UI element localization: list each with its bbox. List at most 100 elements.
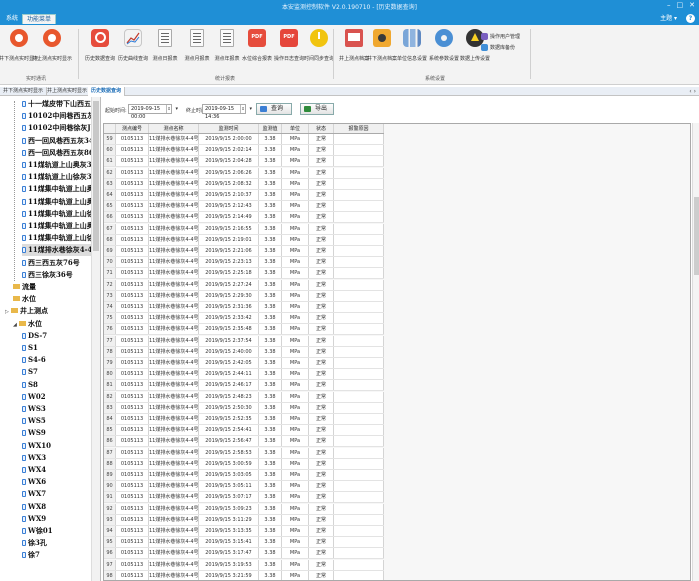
table-row[interactable]: 59 0105113 11煤排水巷徐灰4-4号孔 2019/9/15 2:00:00 3… <box>104 134 384 145</box>
table-row[interactable]: 92 0105113 11煤排水巷徐灰4-4号孔 2019/9/15 3:09:23 3… <box>104 503 384 515</box>
tree-node[interactable]: WX9 <box>22 513 100 525</box>
database-backup-button[interactable]: 数据库备份 <box>481 42 520 53</box>
column-header[interactable]: 状态 <box>309 124 334 133</box>
menu-system[interactable]: 系统 <box>2 14 22 24</box>
table-row[interactable]: 96 0105113 11煤排水巷徐灰4-4号孔 2019/9/15 3:17:47 3… <box>104 548 384 560</box>
column-header[interactable]: 测点编号 <box>116 124 149 133</box>
table-row[interactable]: 75 0105113 11煤排水巷徐灰4-4号孔 2019/9/15 2:33:42 3… <box>104 313 384 325</box>
table-row[interactable]: 88 0105113 11煤排水巷徐灰4-4号孔 2019/9/15 3:00:59 3… <box>104 458 384 470</box>
column-header[interactable]: 监测时间 <box>199 124 259 133</box>
tree-node[interactable]: WX10 <box>22 440 100 452</box>
tree-node[interactable]: 11煤集中轨道上山徐灰8-2孔 <box>22 232 100 244</box>
tree-node[interactable]: W02 <box>22 391 100 403</box>
tab-history-query[interactable]: 历史数据查询 <box>88 87 126 96</box>
tree-folder[interactable]: 水位 <box>13 293 100 305</box>
tree-folder[interactable]: 流量 <box>13 281 100 293</box>
table-row[interactable]: 60 0105113 11煤排水巷徐灰4-4号孔 2019/9/15 2:02:14 3… <box>104 145 384 157</box>
start-time-input[interactable]: 2019-09-15 00:00 ⇕ ▾ <box>128 104 178 120</box>
tree-scrollbar[interactable] <box>91 97 100 581</box>
tree-node[interactable]: WS9 <box>22 427 100 439</box>
tab-scroll-arrows[interactable]: ‹ › <box>689 87 696 96</box>
table-row[interactable]: 95 0105113 11煤排水巷徐灰4-4号孔 2019/9/15 3:15:41 3… <box>104 537 384 549</box>
grid-scroll-thumb[interactable] <box>694 197 699 275</box>
table-row[interactable]: 63 0105113 11煤排水巷徐灰4-4号孔 2019/9/15 2:08:32 3… <box>104 178 384 190</box>
ribbon-button-1[interactable]: 井上测点实时显示 <box>32 29 72 67</box>
close-icon[interactable]: ✕ <box>689 1 695 9</box>
table-row[interactable]: 89 0105113 11煤排水巷徐灰4-4号孔 2019/9/15 3:03:05 3… <box>104 470 384 481</box>
tree-node[interactable]: 11煤集中轨道上山奥灰10-4 <box>22 183 100 195</box>
maximize-icon[interactable]: □ <box>677 1 684 9</box>
column-header[interactable]: 单位 <box>282 124 309 133</box>
column-header[interactable]: 报警原因 <box>334 124 384 133</box>
tree-node[interactable]: WX8 <box>22 501 100 513</box>
tree-node[interactable]: 西三西五灰76号 <box>22 257 100 269</box>
table-row[interactable]: 61 0105113 11煤排水巷徐灰4-4号孔 2019/9/15 2:04:28 3… <box>104 156 384 168</box>
table-row[interactable]: 65 0105113 11煤排水巷徐灰4-4号孔 2019/9/15 2:12:43 3… <box>104 201 384 213</box>
tree-node[interactable]: 11煤排水巷徐灰4-4号孔 <box>22 244 100 257</box>
tree-node[interactable]: 十一煤皮带下山西五灰91号 <box>22 98 100 110</box>
tree-folder[interactable]: ◢ 水位 <box>13 318 100 331</box>
tree-node[interactable]: S1 <box>22 342 100 354</box>
tree-node[interactable]: 10102中间巷徐灰J2号孔 <box>22 122 100 134</box>
table-row[interactable]: 87 0105113 11煤排水巷徐灰4-4号孔 2019/9/15 2:58:53 3… <box>104 447 384 459</box>
table-row[interactable]: 74 0105113 11煤排水巷徐灰4-4号孔 2019/9/15 2:31:36 3… <box>104 302 384 313</box>
tree-node[interactable]: WX6 <box>22 476 100 488</box>
tree-folder[interactable]: ▷ 井上测点 <box>5 305 100 318</box>
tree-node[interactable]: DS-7 <box>22 330 100 342</box>
end-time-dropdown-icon[interactable]: ▾ <box>249 105 252 113</box>
table-row[interactable]: 79 0105113 11煤排水巷徐灰4-4号孔 2019/9/15 2:42:05 3… <box>104 358 384 369</box>
tree-node[interactable]: S7 <box>22 366 100 378</box>
table-row[interactable]: 94 0105113 11煤排水巷徐灰4-4号孔 2019/9/15 3:13:35 3… <box>104 526 384 537</box>
tree-expander-icon[interactable]: ▷ <box>5 306 10 318</box>
tree-node[interactable]: 11煤集中轨道上山奥灰6-2孔 <box>22 220 100 232</box>
end-time-spinner-icon[interactable]: ⇕ <box>240 105 245 113</box>
tree-node[interactable]: S8 <box>22 379 100 391</box>
table-row[interactable]: 77 0105113 11煤排水巷徐灰4-4号孔 2019/9/15 2:37:54 3… <box>104 335 384 347</box>
tree-node[interactable]: 11煤集中轨道上山奥灰14-2 <box>22 196 100 208</box>
tree-node[interactable]: WS5 <box>22 415 100 427</box>
tree-node[interactable]: 11煤集中轨道上山徐灰14-3 <box>22 208 100 220</box>
table-row[interactable]: 80 0105113 11煤排水巷徐灰4-4号孔 2019/9/15 2:44:11 3… <box>104 369 384 381</box>
table-row[interactable]: 93 0105113 11煤排水巷徐灰4-4号孔 2019/9/15 3:11:29 3… <box>104 514 384 526</box>
table-row[interactable]: 62 0105113 11煤排水巷徐灰4-4号孔 2019/9/15 2:06:26 3… <box>104 167 384 179</box>
table-row[interactable]: 71 0105113 11煤排水巷徐灰4-4号孔 2019/9/15 2:25:18 3… <box>104 268 384 280</box>
tree-scroll-thumb[interactable] <box>93 101 99 251</box>
tree-node[interactable]: 11煤轨道上山奥灰3-补1号孔 <box>22 159 100 171</box>
column-header[interactable]: 测点名称 <box>149 124 199 133</box>
tree-node[interactable]: WX7 <box>22 488 100 500</box>
tree-node[interactable]: WX4 <box>22 464 100 476</box>
table-row[interactable]: 73 0105113 11煤排水巷徐灰4-4号孔 2019/9/15 2:29:30 3… <box>104 290 384 302</box>
start-time-dropdown-icon[interactable]: ▾ <box>175 105 178 113</box>
end-time-input[interactable]: 2019-09-15 14:36 ⇕ ▾ <box>202 104 252 120</box>
menu-function[interactable]: 功能菜单 <box>22 14 57 24</box>
minimize-icon[interactable]: – <box>667 1 671 9</box>
table-row[interactable]: 72 0105113 11煤排水巷徐灰4-4号孔 2019/9/15 2:27:24 3… <box>104 279 384 291</box>
tree-node[interactable]: 徐3孔 <box>22 537 100 549</box>
table-row[interactable]: 76 0105113 11煤排水巷徐灰4-4号孔 2019/9/15 2:35:48 3… <box>104 324 384 336</box>
tree-node[interactable]: 西一回风巷西五灰34号孔 <box>22 135 100 147</box>
tree-node[interactable]: 10102中间巷西五灰J2号孔 <box>22 110 100 122</box>
table-row[interactable]: 90 0105113 11煤排水巷徐灰4-4号孔 2019/9/15 3:05:11 3… <box>104 481 384 493</box>
tree-expander-icon[interactable]: ◢ <box>13 319 18 331</box>
table-row[interactable]: 70 0105113 11煤排水巷徐灰4-4号孔 2019/9/15 2:23:13 3… <box>104 257 384 269</box>
table-row[interactable]: 66 0105113 11煤排水巷徐灰4-4号孔 2019/9/15 2:14:49 3… <box>104 212 384 224</box>
table-row[interactable]: 85 0105113 11煤排水巷徐灰4-4号孔 2019/9/15 2:54:41 3… <box>104 425 384 437</box>
table-row[interactable]: 82 0105113 11煤排水巷徐灰4-4号孔 2019/9/15 2:48:23 3… <box>104 391 384 403</box>
table-row[interactable]: 84 0105113 11煤排水巷徐灰4-4号孔 2019/9/15 2:52:35 3… <box>104 414 384 425</box>
table-row[interactable]: 68 0105113 11煤排水巷徐灰4-4号孔 2019/9/15 2:19:01 3… <box>104 234 384 246</box>
tree-node[interactable]: WS3 <box>22 403 100 415</box>
export-button[interactable]: 导出 <box>300 103 334 115</box>
tree-node[interactable]: S4-6 <box>22 354 100 366</box>
start-time-spinner-icon[interactable]: ⇕ <box>166 105 171 113</box>
ribbon-button-9[interactable]: 时间同步查询 <box>302 29 336 67</box>
table-row[interactable]: 78 0105113 11煤排水巷徐灰4-4号孔 2019/9/15 2:40:00 3… <box>104 346 384 358</box>
table-row[interactable]: 98 0105113 11煤排水巷徐灰4-4号孔 2019/9/15 3:21:59 3… <box>104 570 384 580</box>
user-management-button[interactable]: 操作用户管理 <box>481 31 520 42</box>
tab-downhole-realtime[interactable]: 井下测点实时显示 <box>0 87 48 96</box>
table-row[interactable]: 97 0105113 11煤排水巷徐灰4-4号孔 2019/9/15 3:19:53 3… <box>104 559 384 571</box>
theme-dropdown[interactable]: 主题 ▾ <box>660 14 677 24</box>
tree-node[interactable]: WX3 <box>22 452 100 464</box>
table-row[interactable]: 69 0105113 11煤排水巷徐灰4-4号孔 2019/9/15 2:21:06 3… <box>104 246 384 257</box>
tree-node[interactable]: 西三徐灰36号 <box>22 269 100 281</box>
grid-scrollbar[interactable] <box>692 123 699 581</box>
